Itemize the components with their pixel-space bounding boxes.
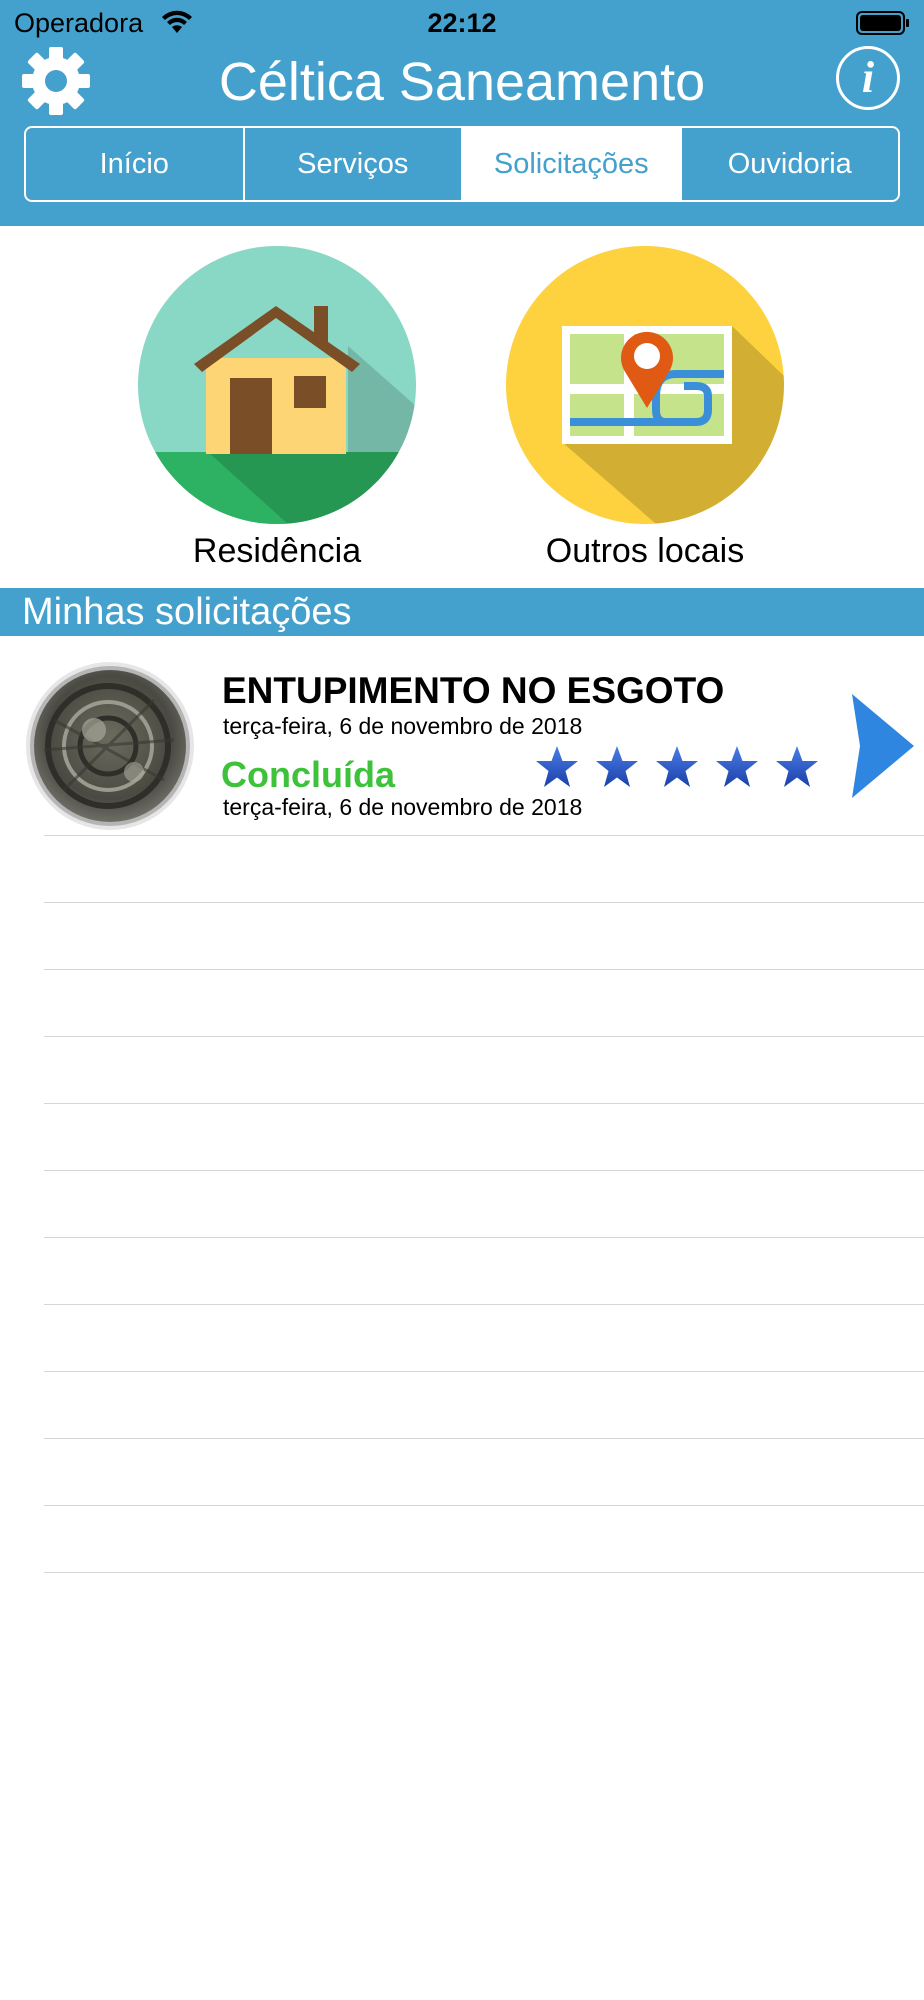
list-separator [44,1304,924,1305]
app-header: Operadora 22:12 Céltica Saneamento i Iní… [0,0,924,226]
request-row[interactable]: ENTUPIMENTO NO ESGOTO terça-feira, 6 de … [0,648,924,836]
request-created-date: terça-feira, 6 de novembro de 2018 [223,713,583,739]
tab-solicitacoes[interactable]: Solicitações [463,128,682,200]
list-separator [44,1438,924,1439]
other-locations-label: Outros locais [545,532,745,570]
list-separator [44,1170,924,1171]
residence-label: Residência [192,532,362,570]
segmented-tabs: Início Serviços Solicitações Ouvidoria [24,126,900,202]
app-title: Céltica Saneamento [218,52,706,112]
star-icon [716,746,758,787]
list-separator [44,1237,924,1238]
section-title: Minhas solicitações [22,591,352,633]
list-separator [44,902,924,903]
tab-ouvidoria[interactable]: Ouvidoria [682,128,899,200]
clock: 22:12 [427,8,497,38]
star-icon [656,746,698,787]
request-title: ENTUPIMENTO NO ESGOTO [222,670,725,711]
list-separator [44,1505,924,1506]
other-locations-option[interactable]: Outros locais [500,246,790,571]
map-pin-icon [506,246,784,524]
star-icon [536,746,578,787]
house-icon [138,246,416,524]
list-separator [44,1036,924,1037]
list-separator [44,969,924,970]
chevron-right-icon[interactable] [848,690,918,802]
star-icon [776,746,818,787]
request-status-date: terça-feira, 6 de novembro de 2018 [223,794,583,820]
section-header: Minhas solicitações [0,588,924,636]
list-separator [44,1103,924,1104]
battery-icon [856,11,909,35]
rating-stars [534,744,820,790]
star-icon [596,746,638,787]
list-separator [44,1371,924,1372]
tab-inicio[interactable]: Início [26,128,245,200]
status-bar: Operadora 22:12 [0,0,924,46]
list-separator [44,1572,924,1573]
info-button[interactable]: i [836,46,900,110]
tab-servicos[interactable]: Serviços [245,128,463,200]
residence-option[interactable]: Residência [132,246,422,571]
list-separator [44,835,924,836]
request-photo [26,662,194,830]
request-status: Concluída [221,754,396,795]
